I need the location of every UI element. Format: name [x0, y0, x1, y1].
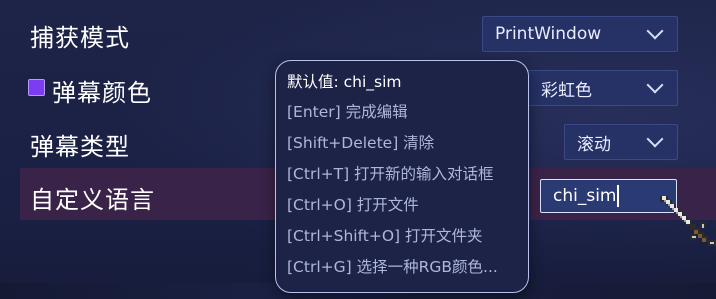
tooltip-line: [Ctrl+O] 打开文件 [287, 196, 419, 214]
danmaku-type-dropdown[interactable]: 滚动 [564, 124, 678, 160]
tooltip-line: [Ctrl+G] 选择一种RGB颜色... [287, 258, 498, 276]
shortcut-tooltip: 默认值: chi_sim [Enter] 完成编辑 [Shift+Delete]… [275, 60, 529, 293]
tooltip-line: [Enter] 完成编辑 [287, 103, 408, 121]
text-caret [617, 185, 620, 207]
tooltip-default-value: 默认值: chi_sim [287, 73, 402, 91]
capture-mode-value: PrintWindow [495, 24, 602, 44]
custom-language-input[interactable]: chi_sim [540, 179, 677, 213]
custom-language-label: 自定义语言 [30, 186, 155, 214]
chevron-down-icon [646, 76, 664, 94]
tooltip-line: [Ctrl+T] 打开新的输入对话框 [287, 165, 494, 183]
capture-mode-label: 捕获模式 [30, 24, 130, 52]
tooltip-line: [Ctrl+Shift+O] 打开文件夹 [287, 227, 483, 245]
danmaku-type-label: 弹幕类型 [30, 133, 130, 161]
chevron-down-icon [646, 130, 664, 148]
custom-language-input-text: chi_sim [553, 186, 617, 206]
capture-mode-dropdown[interactable]: PrintWindow [482, 16, 678, 52]
tooltip-line: [Shift+Delete] 清除 [287, 134, 435, 152]
chevron-down-icon [646, 22, 664, 40]
danmaku-color-swatch[interactable] [28, 79, 45, 96]
danmaku-type-value: 滚动 [577, 134, 611, 155]
pixel-sword-cursor-icon [660, 196, 716, 246]
danmaku-color-label: 弹幕颜色 [52, 79, 152, 107]
